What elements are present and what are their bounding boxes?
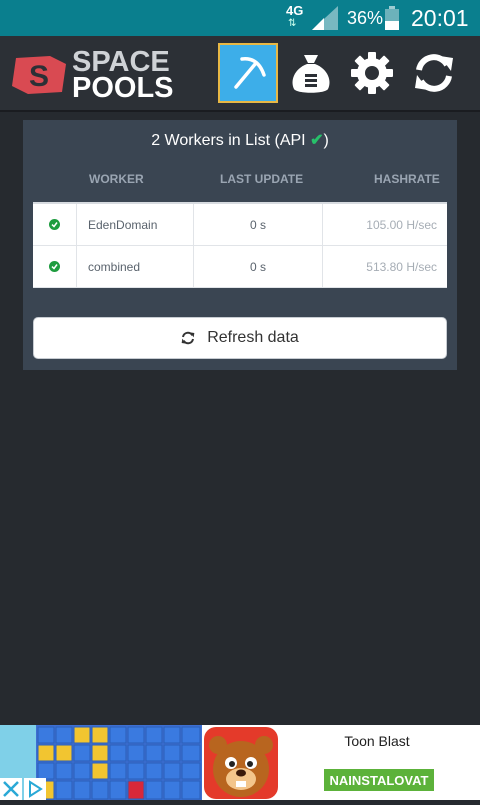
last-update: 0 s: [194, 246, 323, 287]
money-bag-icon: [292, 55, 330, 93]
status-ok-icon: [49, 261, 60, 272]
table-header: WORKER LAST UPDATE HASHRATE: [33, 172, 447, 190]
data-activity-icon: ⇅: [288, 18, 297, 29]
panel-title-suffix: ): [323, 132, 329, 149]
table-row[interactable]: EdenDomain 0 s 105.00 H/sec: [33, 204, 447, 246]
nav-payouts-button[interactable]: [281, 43, 341, 103]
workers-table: EdenDomain 0 s 105.00 H/sec combined 0 s…: [33, 202, 447, 288]
column-header-worker[interactable]: WORKER: [89, 172, 144, 186]
refresh-data-label: Refresh data: [207, 329, 299, 346]
api-ok-check-icon: ✔: [310, 132, 324, 149]
nav-refresh-button[interactable]: [404, 43, 464, 103]
ad-title[interactable]: Toon Blast: [280, 733, 474, 749]
panel-title-text: 2 Workers in List (API: [151, 132, 306, 149]
clock: 20:01: [411, 5, 469, 31]
status-cell: [33, 246, 77, 287]
app-header: S SPACE POOLS: [0, 36, 480, 112]
status-bar: 4G ⇅ 36% 20:01: [0, 0, 480, 36]
battery-icon: [385, 6, 399, 30]
ad-close-icon[interactable]: [0, 778, 22, 800]
logo-text-pools: POOLS: [72, 72, 174, 104]
ad-banner[interactable]: Toon Blast NAINSTALOVAT: [0, 725, 480, 800]
workers-panel: 2 Workers in List (API ✔) WORKER LAST UP…: [23, 120, 457, 370]
app-logo: S SPACE POOLS: [10, 46, 174, 104]
nav-workers-button[interactable]: [218, 43, 278, 103]
gear-icon: [351, 52, 393, 94]
status-cell: [33, 204, 77, 245]
panel-title: 2 Workers in List (API ✔): [23, 130, 457, 150]
hashrate: 513.80 H/sec: [366, 259, 437, 274]
svg-text:S: S: [29, 60, 49, 93]
column-header-last-update[interactable]: LAST UPDATE: [220, 172, 303, 186]
logo-badge-icon: S: [12, 56, 66, 94]
ad-app-icon[interactable]: [204, 727, 278, 799]
worker-name: EdenDomain: [77, 204, 194, 245]
ad-choices-icon[interactable]: [24, 778, 46, 800]
refresh-data-button[interactable]: Refresh data: [33, 317, 447, 359]
table-row[interactable]: combined 0 s 513.80 H/sec: [33, 246, 447, 288]
worker-name: combined: [77, 246, 194, 287]
refresh-icon: [181, 331, 195, 345]
status-ok-icon: [49, 219, 60, 230]
signal-icon: [312, 6, 338, 30]
network-type: 4G: [286, 3, 304, 18]
ad-install-button[interactable]: NAINSTALOVAT: [324, 769, 434, 791]
pickaxe-icon: [234, 57, 266, 89]
hashrate: 105.00 H/sec: [366, 217, 437, 232]
last-update: 0 s: [194, 204, 323, 245]
refresh-icon: [415, 54, 453, 92]
nav-settings-button[interactable]: [342, 43, 402, 103]
column-header-hashrate[interactable]: HASHRATE: [374, 172, 440, 186]
battery-percent: 36%: [347, 8, 384, 28]
